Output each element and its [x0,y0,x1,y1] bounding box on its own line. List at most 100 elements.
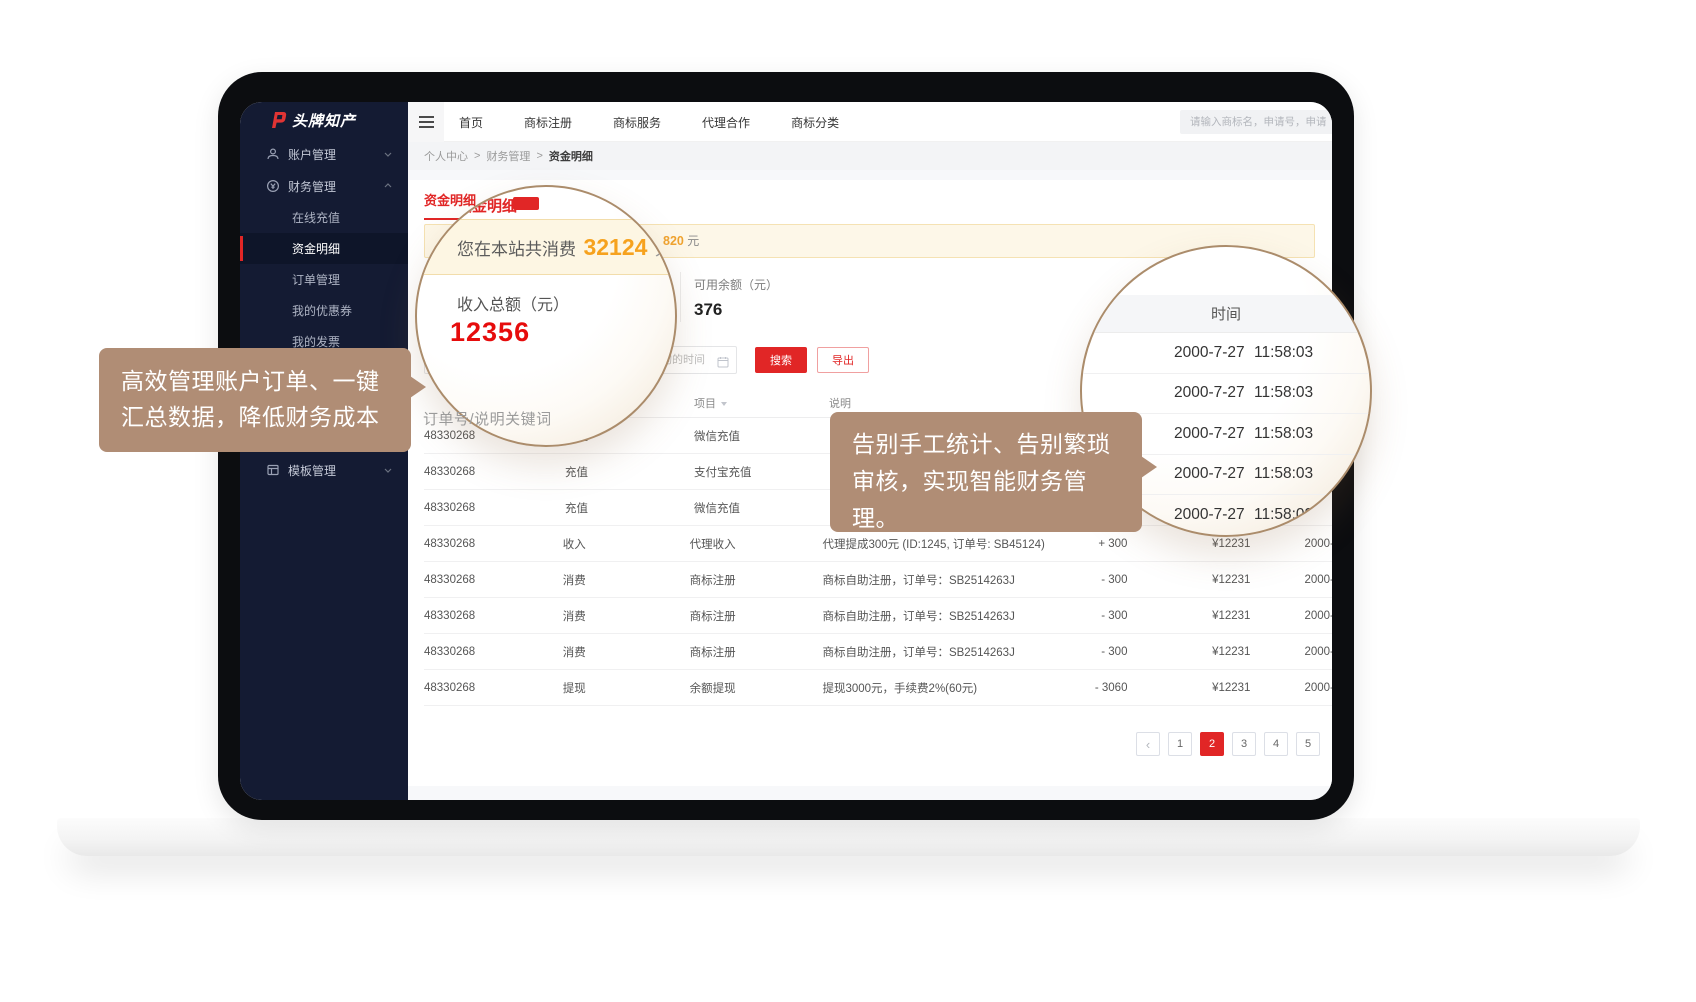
cell-project: 商标注册 [690,572,823,588]
global-search [1180,110,1332,134]
banner-amount: 32124 [580,234,650,260]
magnified-tab-fragment: 资金明细 [457,195,517,216]
brand-logo-icon [268,110,288,130]
hamburger-menu-icon[interactable] [408,102,444,142]
magnified-time-header: 时间 [1082,295,1370,333]
cell-type: 消费 [563,608,690,624]
cell-balance: ¥12231 [1127,574,1250,586]
magnified-income-label: 收入总额（元） [457,291,569,315]
cell-project: 微信充值 [694,428,829,444]
table-row[interactable]: 48330268 消费 商标注册 商标自助注册，订单号：SB2514263J -… [424,634,1332,670]
chevron-down-icon [384,150,392,158]
cell-amount: - 3060 [1049,682,1128,694]
cell-amount: + 300 [1049,538,1128,550]
cell-type: 充值 [565,464,694,480]
cell-project: 支付宝充值 [694,464,829,480]
cell-balance: ¥12231 [1127,646,1250,658]
header-desc: 说明 [829,395,1059,411]
cell-balance: ¥12231 [1127,682,1250,694]
nav-item-trademark-register[interactable]: 商标注册 [515,114,581,131]
cell-time: 2000-7-27 11:58:03 [1250,574,1332,586]
cell-desc: 商标自助注册，订单号：SB2514263J [822,608,1048,624]
cell-time: 2000-7-27 11:58:03 [1250,610,1332,622]
magnified-time-cell: 2000-7-27 11:58:03 [1082,374,1370,415]
search-button[interactable]: 搜索 [755,347,807,373]
nav-item-home[interactable]: 首页 [450,114,492,131]
sort-caret-icon [721,402,727,406]
sidebar-item-label: 资金明细 [292,240,340,257]
breadcrumb: 个人中心 > 财务管理 > 资金明细 [408,142,1332,170]
magnified-keyword-placeholder: 订单号/说明关键词 [423,408,552,429]
global-search-input[interactable] [1180,110,1332,134]
table-row[interactable]: 48330268 提现 余额提现 提现3000元，手续费2%(60元) - 30… [424,670,1332,706]
sidebar-item-fund-detail[interactable]: 资金明细 [240,233,408,264]
callout-left: 高效管理账户订单、一键汇总数据，降低财务成本 [99,348,411,452]
sidebar-item-label: 账户管理 [288,146,336,163]
sidebar-item-online-recharge[interactable]: 在线充值 [240,202,408,233]
cell-project: 商标注册 [690,608,823,624]
sidebar-item-label: 我的优惠券 [292,302,352,319]
cell-order: 48330268 [424,466,565,478]
cell-desc: 代理提成300元 (ID:1245, 订单号: SB45124) [822,536,1048,552]
table-row[interactable]: 48330268 消费 商标注册 商标自助注册，订单号：SB2514263J -… [424,598,1332,634]
cell-order: 48330268 [424,646,563,658]
cell-order: 48330268 [424,502,565,514]
banner-prefix: 您在本站共消费 [457,240,576,259]
stat-available-balance: 可用余额（元） 376 [694,276,778,320]
cell-time: 2000-7-27 11:58:03 [1250,538,1332,550]
header-project[interactable]: 项目 [694,395,829,411]
sidebar-item-label: 财务管理 [288,178,336,195]
cell-type: 消费 [563,644,690,660]
sidebar-item-account[interactable]: 账户管理 [240,138,408,170]
sidebar-item-label: 订单管理 [292,271,340,288]
cell-balance: ¥12231 [1127,538,1250,550]
calendar-icon [717,355,729,373]
cell-type: 消费 [563,572,690,588]
nav-item-trademark-category[interactable]: 商标分类 [782,114,848,131]
brand-logo: 头牌知产 [240,102,408,138]
cell-desc: 提现3000元，手续费2%(60元) [822,680,1048,696]
pagination-page-2-active[interactable]: 2 [1200,732,1224,756]
export-button[interactable]: 导出 [817,347,869,373]
cell-type: 充值 [565,500,694,516]
breadcrumb-item[interactable]: 个人中心 [424,148,468,164]
cell-project: 商标注册 [690,644,823,660]
cell-project: 微信充值 [694,500,829,516]
pagination-page-3[interactable]: 3 [1232,732,1256,756]
marketing-mockup: 头牌知产 账户管理 财务管理 [0,0,1696,1002]
cell-amount: - 300 [1049,574,1128,586]
pagination-page-4[interactable]: 4 [1264,732,1288,756]
sidebar-item-orders[interactable]: 订单管理 [240,264,408,295]
sidebar-item-coupons[interactable]: 我的优惠券 [240,295,408,326]
magnified-consumption-banner: 您在本站共消费 32124 大 [417,219,675,275]
topbar: 首页 商标注册 商标服务 代理合作 商标分类 [408,102,1332,142]
cell-amount: - 300 [1049,646,1128,658]
cell-time: 2000-7-27 11:58:03 [1250,646,1332,658]
brand-name: 头牌知产 [292,110,356,131]
table-row[interactable]: 48330268 消费 商标注册 商标自助注册，订单号：SB2514263J -… [424,562,1332,598]
cell-order: 48330268 [424,574,563,586]
pagination-page-1[interactable]: 1 [1168,732,1192,756]
top-nav: 首页 商标注册 商标服务 代理合作 商标分类 [450,102,848,142]
magnified-income-value: 12356 [450,317,530,348]
cell-order: 48330268 [424,538,563,550]
pagination: ‹ 1 2 3 4 5 [1136,732,1320,756]
cell-balance: ¥12231 [1127,610,1250,622]
nav-item-agency[interactable]: 代理合作 [693,114,759,131]
cell-order: 48330268 [424,682,563,694]
sidebar-item-finance[interactable]: 财务管理 [240,170,408,202]
banner-tail-fragment: 大 [655,240,672,259]
magnified-tab-chip [513,197,539,210]
template-icon [266,463,280,477]
sidebar-item-label: 模板管理 [288,462,336,479]
breadcrumb-separator: > [536,150,542,162]
breadcrumb-item[interactable]: 财务管理 [486,148,530,164]
pagination-prev-button[interactable]: ‹ [1136,732,1160,756]
chevron-up-icon [384,182,392,190]
user-icon [266,147,280,161]
nav-item-trademark-service[interactable]: 商标服务 [604,114,670,131]
sidebar-item-templates[interactable]: 模板管理 [240,454,408,486]
cell-time: 2000-7-27 11:58:03 [1250,682,1332,694]
pagination-page-5[interactable]: 5 [1296,732,1320,756]
stat-value: 376 [694,300,778,320]
